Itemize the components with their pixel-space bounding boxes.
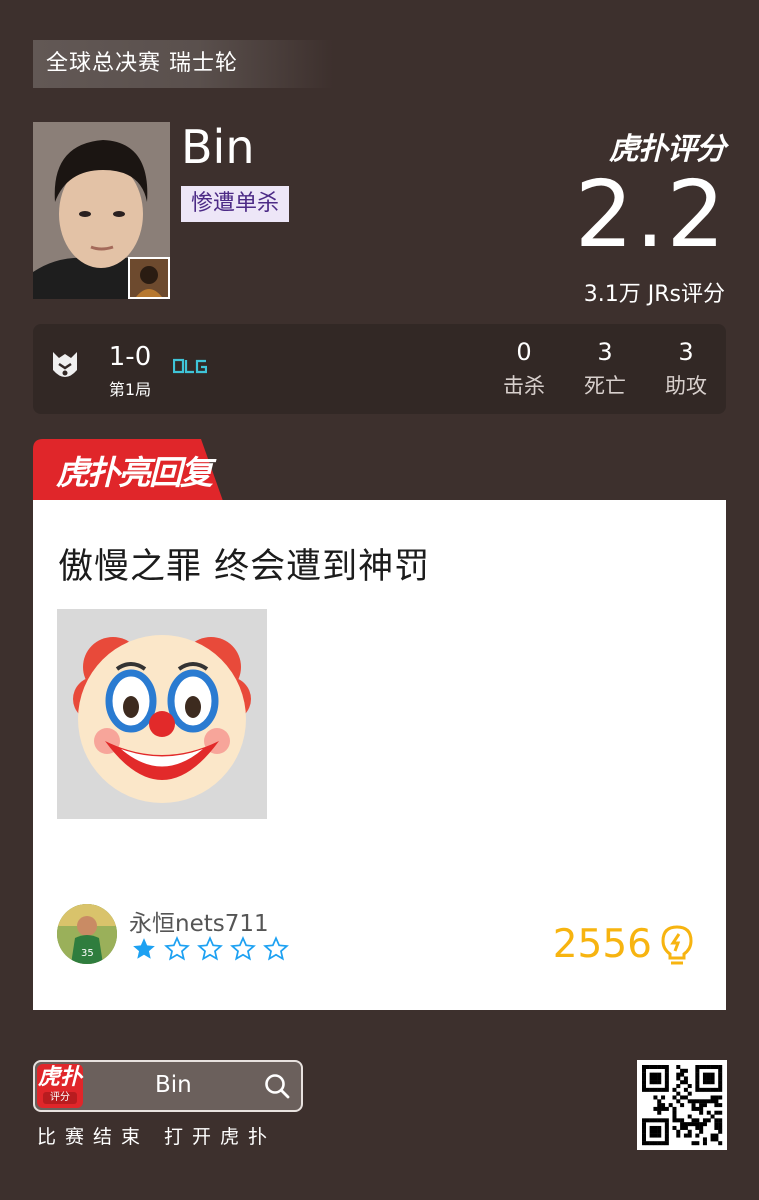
comment-card[interactable]: 傲慢之罪 终会遭到神罚 35 永恒nets711 2556: [33, 500, 726, 1010]
stat-kills: 0 击杀: [494, 338, 554, 400]
star-icon: [197, 936, 223, 961]
user-name[interactable]: 永恒nets711: [129, 904, 269, 938]
likes-counter[interactable]: 2556: [553, 922, 694, 967]
stat-deaths-label: 死亡: [584, 374, 626, 398]
match-score: 1-0: [108, 342, 152, 372]
app-icon: 虎扑 评分: [37, 1064, 83, 1108]
rating-votes: 3.1万 JRs评分: [583, 282, 725, 307]
star-icon: [164, 936, 190, 961]
search-icon[interactable]: [263, 1072, 291, 1100]
stat-kills-label: 击杀: [503, 374, 545, 398]
footer-slogan: 比赛结束 打开虎扑: [37, 1126, 277, 1148]
lightbulb-icon[interactable]: [660, 924, 694, 966]
search-bar[interactable]: 虎扑 评分 Bin: [33, 1060, 303, 1112]
stat-assists-value: 3: [678, 338, 694, 366]
match-round: 第1局: [108, 380, 152, 399]
stat-deaths: 3 死亡: [575, 338, 635, 400]
user-avatar[interactable]: 35: [57, 904, 117, 964]
comment-headline: 傲慢之罪 终会遭到神罚: [58, 547, 431, 587]
app-icon-subtitle: 评分: [43, 1092, 77, 1104]
clown-emoji-icon: [57, 609, 267, 819]
qr-code-icon: [637, 1060, 727, 1150]
stat-kills-value: 0: [516, 338, 532, 366]
blg-logo-icon: [172, 358, 208, 380]
user-star-rating: [129, 936, 291, 962]
star-icon: [133, 938, 155, 959]
stat-assists-label: 助攻: [665, 374, 707, 398]
svg-text:35: 35: [81, 948, 94, 959]
rating-score: 2.2: [574, 161, 727, 268]
player-name: Bin: [181, 120, 255, 174]
star-icon: [230, 936, 256, 961]
likes-count: 2556: [552, 922, 652, 967]
player-avatar: [33, 122, 170, 299]
champion-icon: [128, 257, 170, 299]
player-badge: 惨遭单杀: [181, 186, 290, 222]
match-stats-bar: 1-0 第1局 0 击杀 3 死亡 3 助攻: [33, 324, 726, 414]
stat-assists: 3 助攻: [656, 338, 716, 400]
star-icon: [263, 936, 289, 961]
stat-deaths-value: 3: [597, 338, 613, 366]
app-icon-title: 虎扑: [37, 1065, 82, 1090]
search-query[interactable]: Bin: [155, 1072, 192, 1098]
ribbon-label: 虎扑亮回复: [56, 453, 213, 492]
g2-logo-icon: [49, 350, 81, 388]
event-tag: 全球总决赛 瑞士轮: [33, 40, 333, 88]
